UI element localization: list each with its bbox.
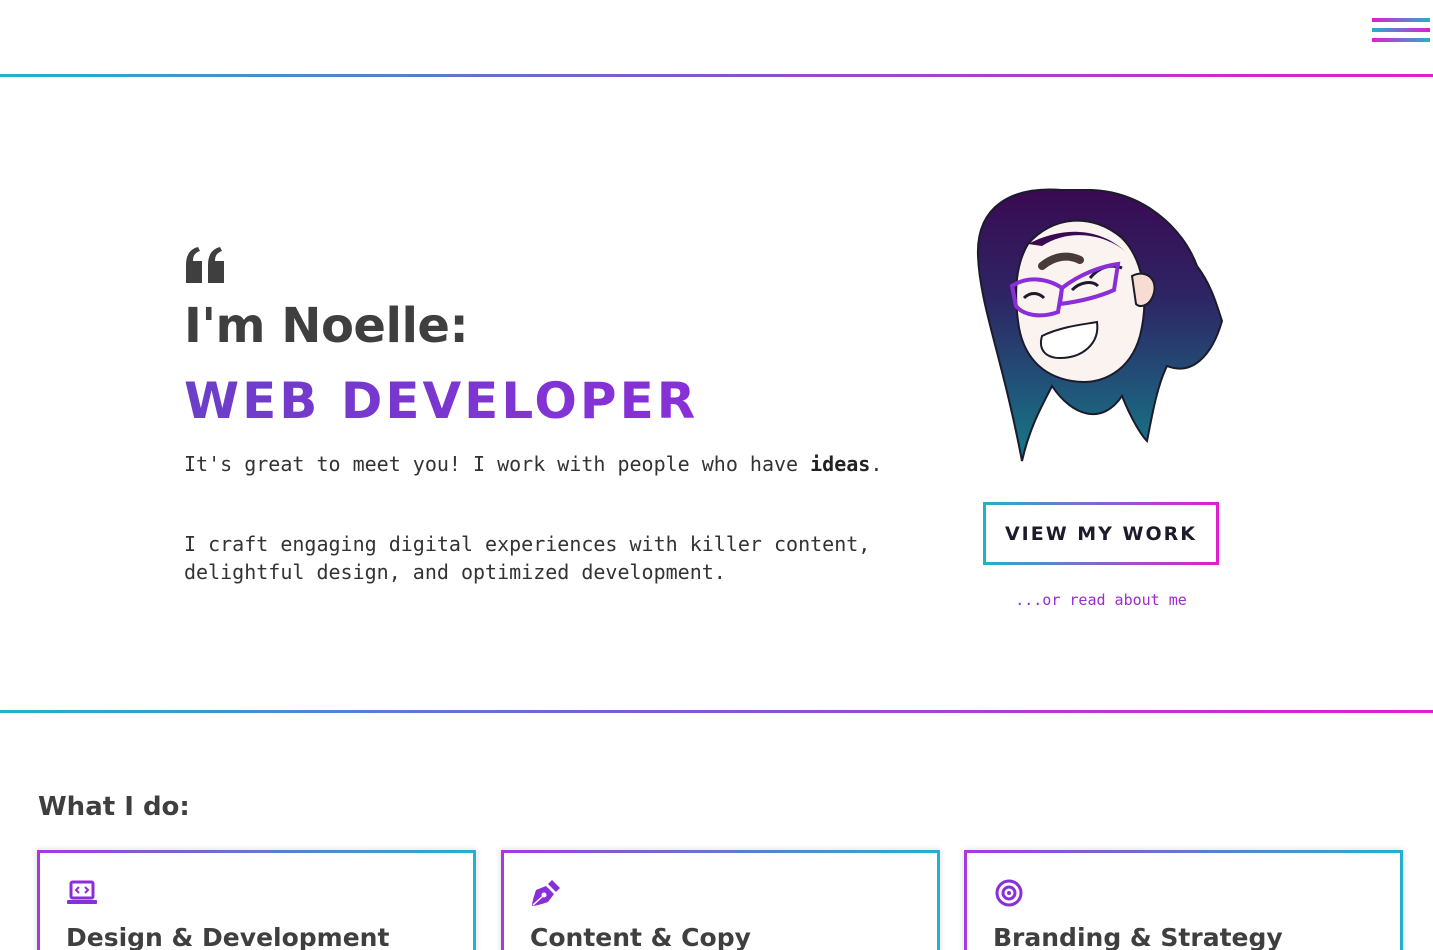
- section-divider: [0, 710, 1433, 713]
- service-card-content-copy[interactable]: Content & Copy: [501, 850, 940, 950]
- site-header: [0, 0, 1433, 74]
- service-card-title: Design & Development: [66, 923, 390, 950]
- services-title: What I do:: [38, 792, 190, 822]
- hamburger-icon-bar: [1372, 18, 1430, 22]
- hero-intro: It's great to meet you! I work with peop…: [184, 450, 924, 478]
- service-card-design-development[interactable]: Design & Development: [37, 850, 476, 950]
- hamburger-menu-button[interactable]: [1372, 18, 1430, 54]
- pen-nib-icon: [532, 880, 560, 906]
- hamburger-icon-bar: [1372, 38, 1430, 42]
- hero-intro-end: .: [870, 452, 883, 476]
- hero-name: I'm Noelle:: [184, 298, 469, 354]
- hero-intro-strong: ideas: [810, 452, 871, 476]
- hamburger-icon-bar: [1372, 28, 1430, 32]
- quote-left-icon: [186, 247, 224, 283]
- view-my-work-button[interactable]: VIEW MY WORK: [983, 502, 1219, 565]
- laptop-code-icon: [67, 880, 97, 904]
- service-card-title: Branding & Strategy: [993, 923, 1283, 950]
- avatar-illustration: [976, 188, 1224, 462]
- hero-craft-text: I craft engaging digital experiences wit…: [184, 532, 871, 584]
- bullseye-icon: [995, 879, 1023, 907]
- service-card-title: Content & Copy: [530, 923, 751, 950]
- header-divider: [0, 74, 1433, 77]
- service-card-branding-strategy[interactable]: Branding & Strategy: [964, 850, 1403, 950]
- hero-intro-text: It's great to meet you! I work with peop…: [184, 452, 811, 476]
- read-about-me-link[interactable]: ...or read about me: [983, 591, 1219, 609]
- hero-role: WEB DEVELOPER: [184, 372, 699, 430]
